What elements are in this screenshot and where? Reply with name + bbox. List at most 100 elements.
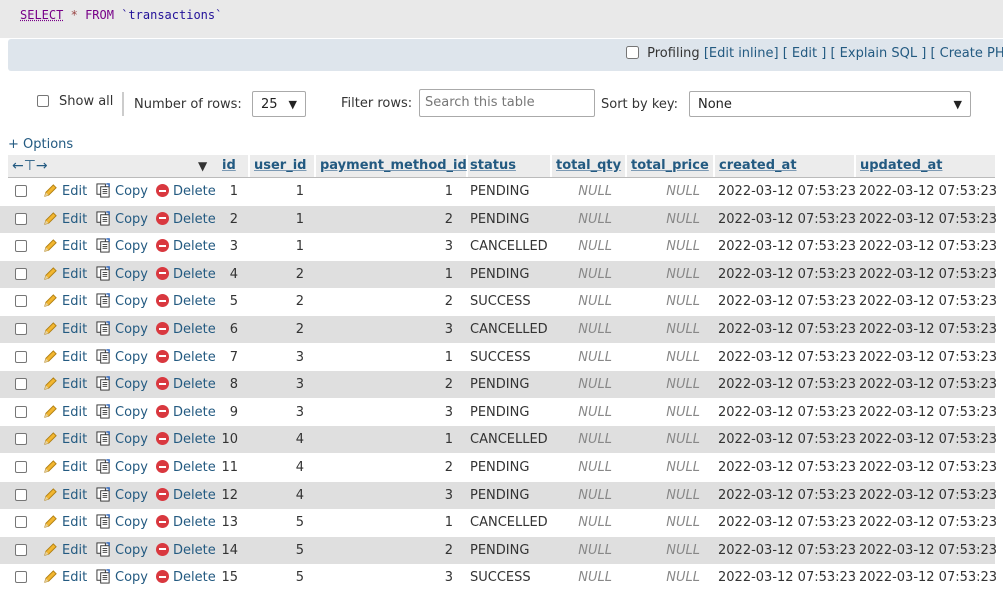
cell-payment-method-id[interactable]: 3 (316, 482, 453, 509)
cell-updated-at[interactable]: 2022-03-12 07:53:23 (859, 206, 997, 233)
cell-payment-method-id[interactable]: 2 (316, 454, 453, 481)
show-all-checkbox[interactable] (37, 95, 49, 107)
cell-status[interactable]: PENDING (470, 482, 529, 509)
cell-total-price[interactable]: NULL (623, 399, 700, 426)
cell-payment-method-id[interactable]: 1 (316, 344, 453, 371)
cell-status[interactable]: PENDING (470, 537, 529, 564)
cell-total-price[interactable]: NULL (623, 564, 700, 591)
delete-row-link[interactable]: Delete (156, 537, 216, 564)
cell-total-qty[interactable]: NULL (548, 454, 612, 481)
cell-payment-method-id[interactable]: 3 (316, 316, 453, 343)
cell-total-price[interactable]: NULL (623, 509, 700, 536)
cell-user-id[interactable]: 3 (250, 371, 304, 398)
delete-row-link[interactable]: Delete (156, 178, 216, 205)
delete-row-link[interactable]: Delete (156, 426, 216, 453)
column-header-created-at[interactable]: created_at (715, 155, 856, 177)
row-checkbox[interactable] (15, 516, 27, 529)
cell-total-price[interactable]: NULL (623, 316, 700, 343)
delete-row-link[interactable]: Delete (156, 316, 216, 343)
cell-updated-at[interactable]: 2022-03-12 07:53:23 (859, 509, 997, 536)
cell-created-at[interactable]: 2022-03-12 07:53:23 (718, 426, 856, 453)
cell-user-id[interactable]: 3 (250, 344, 304, 371)
delete-row-link[interactable]: Delete (156, 399, 216, 426)
row-checkbox[interactable] (15, 185, 27, 197)
cell-updated-at[interactable]: 2022-03-12 07:53:23 (859, 426, 997, 453)
cell-total-qty[interactable]: NULL (548, 344, 612, 371)
cell-payment-method-id[interactable]: 2 (316, 288, 453, 315)
copy-row-link[interactable]: Copy (96, 288, 148, 315)
column-header-payment-method-id[interactable]: payment_method_id (316, 155, 468, 177)
copy-row-link[interactable]: Copy (96, 399, 148, 426)
cell-created-at[interactable]: 2022-03-12 07:53:23 (718, 316, 856, 343)
cell-payment-method-id[interactable]: 3 (316, 564, 453, 591)
row-checkbox[interactable] (15, 405, 27, 418)
cell-total-price[interactable]: NULL (623, 288, 700, 315)
explain-sql-link[interactable]: [ Explain SQL ] (830, 46, 926, 61)
copy-row-link[interactable]: Copy (96, 316, 148, 343)
cell-created-at[interactable]: 2022-03-12 07:53:23 (718, 371, 856, 398)
cell-updated-at[interactable]: 2022-03-12 07:53:23 (859, 564, 997, 591)
cell-id[interactable]: 15 (214, 564, 238, 591)
cell-payment-method-id[interactable]: 3 (316, 233, 453, 260)
cell-total-price[interactable]: NULL (623, 482, 700, 509)
cell-id[interactable]: 5 (214, 288, 238, 315)
cell-status[interactable]: CANCELLED (470, 233, 548, 260)
profiling-checkbox[interactable] (626, 46, 639, 59)
cell-created-at[interactable]: 2022-03-12 07:53:23 (718, 399, 856, 426)
column-visibility-dropdown-icon[interactable]: ▼ (198, 155, 207, 177)
cell-status[interactable]: PENDING (470, 371, 529, 398)
cell-id[interactable]: 2 (214, 206, 238, 233)
cell-payment-method-id[interactable]: 1 (316, 178, 453, 205)
cell-user-id[interactable]: 2 (250, 288, 304, 315)
filter-input[interactable]: Search this table (419, 89, 595, 117)
delete-row-link[interactable]: Delete (156, 482, 216, 509)
cell-updated-at[interactable]: 2022-03-12 07:53:23 (859, 178, 997, 205)
cell-user-id[interactable]: 4 (250, 454, 304, 481)
delete-row-link[interactable]: Delete (156, 233, 216, 260)
cell-total-price[interactable]: NULL (623, 454, 700, 481)
cell-id[interactable]: 14 (214, 537, 238, 564)
cell-total-qty[interactable]: NULL (548, 371, 612, 398)
cell-created-at[interactable]: 2022-03-12 07:53:23 (718, 233, 856, 260)
copy-row-link[interactable]: Copy (96, 426, 148, 453)
cell-total-qty[interactable]: NULL (548, 178, 612, 205)
row-checkbox[interactable] (15, 488, 27, 501)
cell-payment-method-id[interactable]: 1 (316, 509, 453, 536)
edit-row-link[interactable]: Edit (43, 371, 87, 398)
edit-row-link[interactable]: Edit (43, 482, 87, 509)
copy-row-link[interactable]: Copy (96, 564, 148, 591)
cell-id[interactable]: 10 (214, 426, 238, 453)
copy-row-link[interactable]: Copy (96, 261, 148, 288)
column-header-total-price[interactable]: total_price (627, 155, 715, 177)
row-checkbox[interactable] (15, 212, 27, 225)
cell-id[interactable]: 6 (214, 316, 238, 343)
cell-status[interactable]: PENDING (470, 261, 529, 288)
copy-row-link[interactable]: Copy (96, 344, 148, 371)
cell-user-id[interactable]: 5 (250, 537, 304, 564)
cell-created-at[interactable]: 2022-03-12 07:53:23 (718, 564, 856, 591)
cell-total-qty[interactable]: NULL (548, 316, 612, 343)
cell-status[interactable]: CANCELLED (470, 316, 548, 343)
cell-total-price[interactable]: NULL (623, 206, 700, 233)
cell-user-id[interactable]: 5 (250, 509, 304, 536)
row-checkbox[interactable] (15, 240, 27, 253)
column-header-user-id[interactable]: user_id (250, 155, 316, 177)
edit-row-link[interactable]: Edit (43, 178, 87, 205)
copy-row-link[interactable]: Copy (96, 537, 148, 564)
cell-updated-at[interactable]: 2022-03-12 07:53:23 (859, 261, 997, 288)
cell-user-id[interactable]: 5 (250, 564, 304, 591)
copy-row-link[interactable]: Copy (96, 482, 148, 509)
cell-created-at[interactable]: 2022-03-12 07:53:23 (718, 537, 856, 564)
cell-created-at[interactable]: 2022-03-12 07:53:23 (718, 178, 856, 205)
cell-total-qty[interactable]: NULL (548, 564, 612, 591)
column-resize-arrows-icon[interactable]: ←⊤→ (12, 155, 48, 177)
cell-total-price[interactable]: NULL (623, 426, 700, 453)
delete-row-link[interactable]: Delete (156, 288, 216, 315)
edit-row-link[interactable]: Edit (43, 316, 87, 343)
edit-row-link[interactable]: Edit (43, 509, 87, 536)
cell-total-qty[interactable]: NULL (548, 509, 612, 536)
cell-user-id[interactable]: 2 (250, 316, 304, 343)
cell-created-at[interactable]: 2022-03-12 07:53:23 (718, 344, 856, 371)
create-php-link[interactable]: [ Create PHP c (930, 46, 1003, 61)
row-checkbox[interactable] (15, 295, 27, 308)
